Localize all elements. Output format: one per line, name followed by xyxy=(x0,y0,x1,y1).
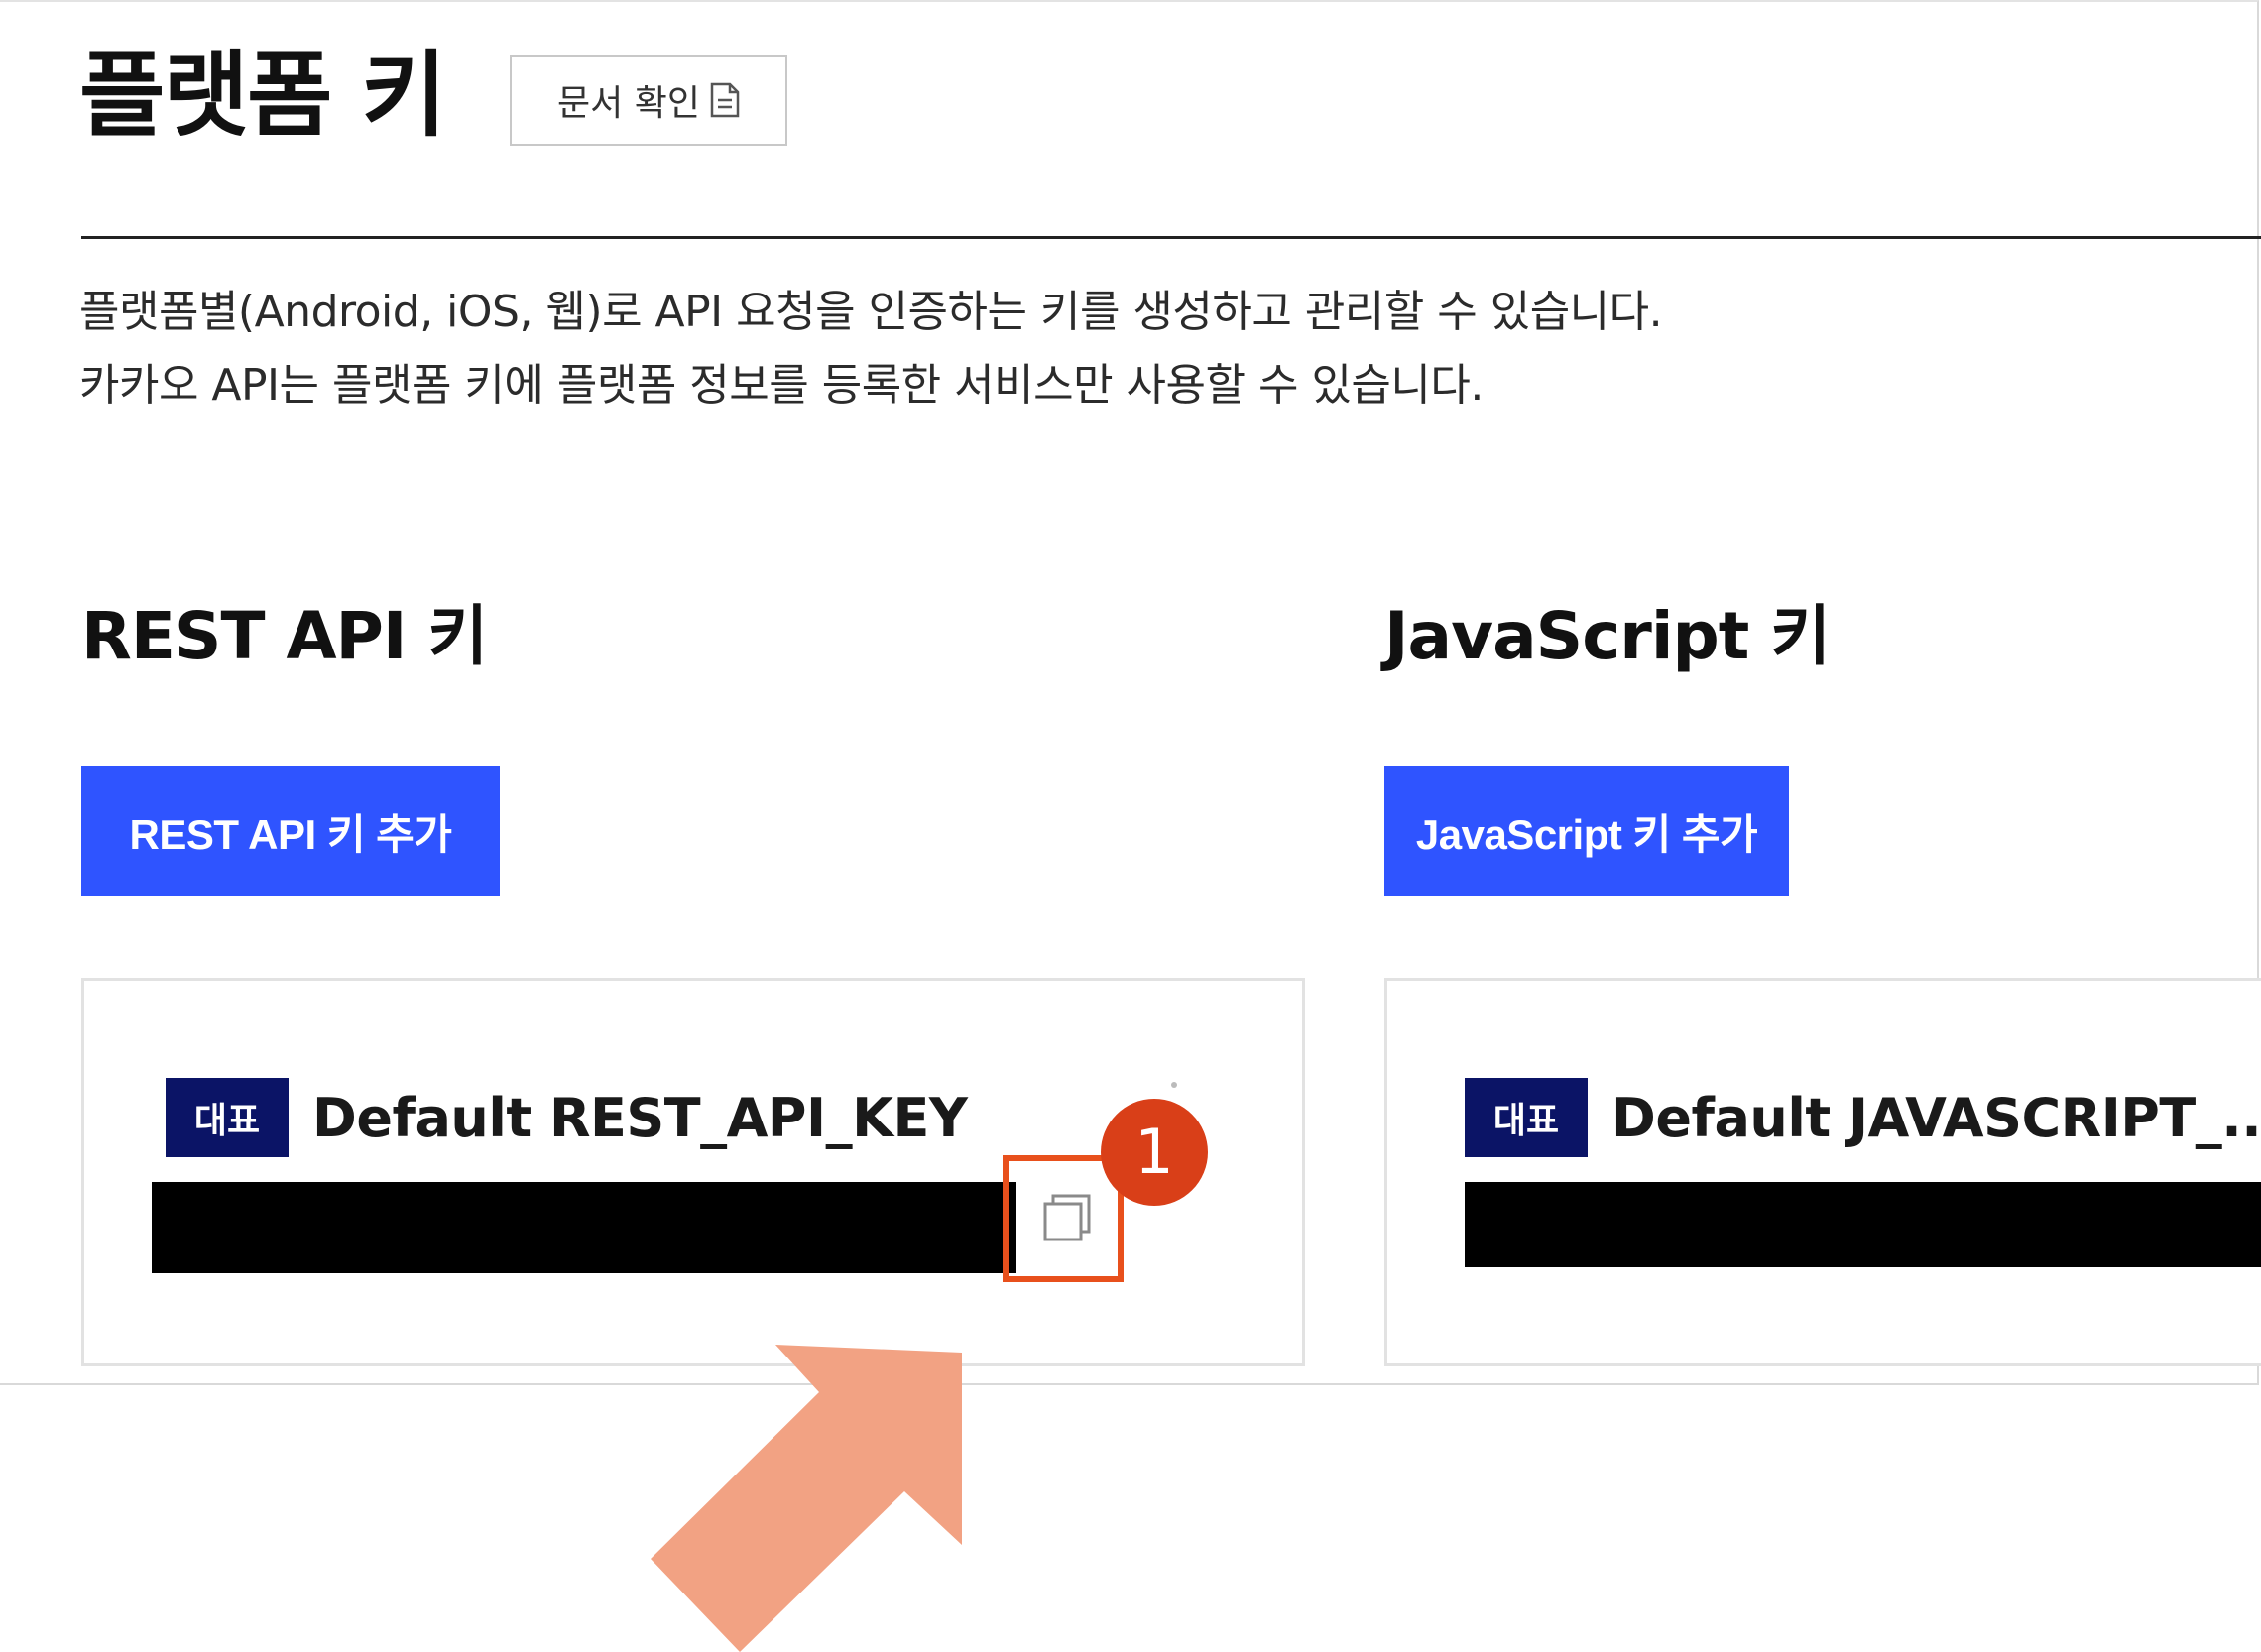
rest-api-heading: REST API 키 xyxy=(81,598,488,674)
add-rest-api-key-button[interactable]: REST API 키 추가 xyxy=(81,766,500,896)
rest-api-card-header: 대표 Default REST_API_KEY xyxy=(166,1078,968,1157)
page-title: 플랫폼 키 xyxy=(79,42,447,150)
pointer-arrow-icon xyxy=(651,1345,962,1652)
description-line-2: 카카오 API는 플랫폼 키에 플랫폼 정보를 등록한 서비스만 사용할 수 있… xyxy=(79,360,1484,411)
default-badge: 대표 xyxy=(166,1078,289,1157)
description-line-1: 플랫폼별(Android, iOS, 웹)로 API 요청을 인증하는 키를 생… xyxy=(79,287,1663,337)
javascript-key-name: Default JAVASCRIPT_... xyxy=(1611,1086,2261,1149)
javascript-card-header: 대표 Default JAVASCRIPT_... xyxy=(1465,1078,2261,1157)
doc-check-button[interactable]: 문서 확인 xyxy=(510,55,787,146)
step-number-badge: 1 xyxy=(1101,1099,1208,1206)
rest-api-key-name: Default REST_API_KEY xyxy=(312,1086,968,1149)
rest-api-section: REST API 키 REST API 키 추가 대표 Default REST… xyxy=(81,587,1305,1366)
redacted-key-value xyxy=(152,1182,1016,1273)
javascript-section: JavaScript 키 JavaScript 키 추가 대표 Default … xyxy=(1384,587,2261,1366)
doc-check-label: 문서 확인 xyxy=(557,83,700,124)
default-badge: 대표 xyxy=(1465,1078,1588,1157)
title-divider xyxy=(81,236,2261,239)
document-icon xyxy=(710,82,740,118)
javascript-heading: JavaScript 키 xyxy=(1384,598,1831,674)
card-menu-dot[interactable] xyxy=(1171,1082,1177,1088)
description: 플랫폼별(Android, iOS, 웹)로 API 요청을 인증하는 키를 생… xyxy=(79,276,1663,422)
redacted-key-value xyxy=(1465,1182,2261,1267)
javascript-key-card: 대표 Default JAVASCRIPT_... xyxy=(1384,978,2261,1366)
add-javascript-key-button[interactable]: JavaScript 키 추가 xyxy=(1384,766,1789,896)
